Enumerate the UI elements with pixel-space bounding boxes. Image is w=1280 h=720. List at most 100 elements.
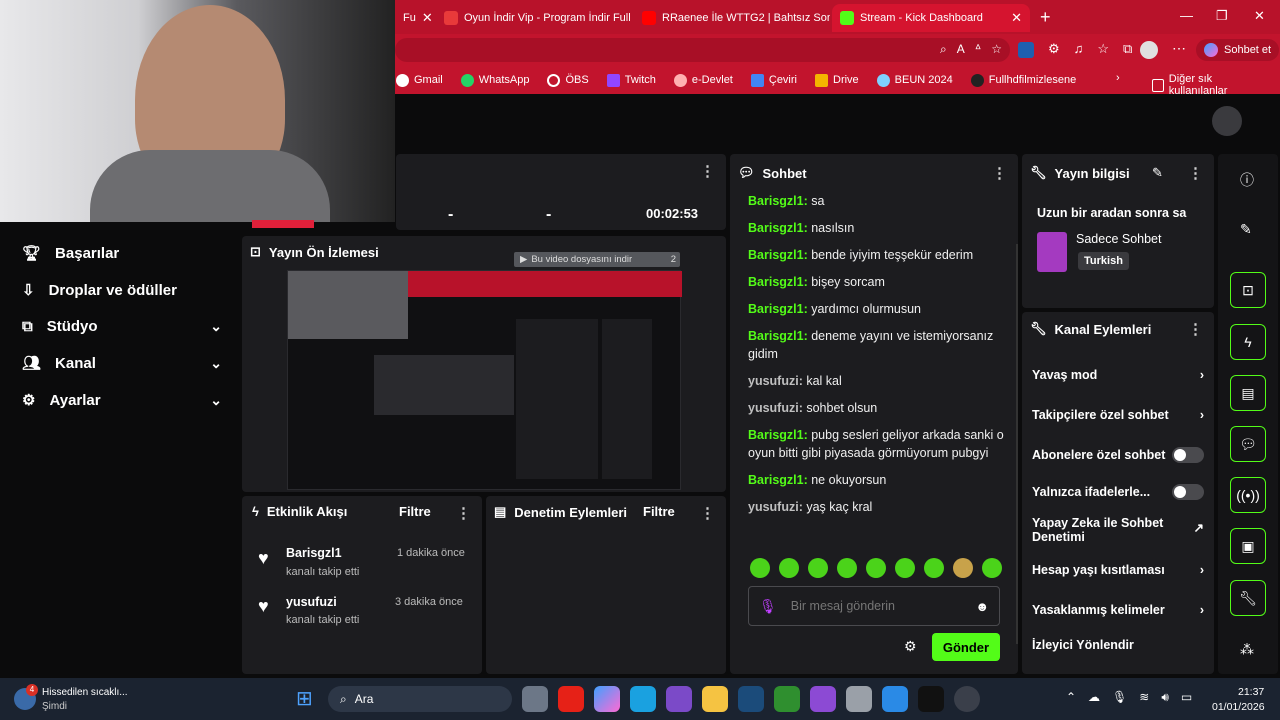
obs-app-icon[interactable]: [954, 686, 980, 712]
chat-username[interactable]: Barisgzl1:: [748, 428, 808, 442]
tab-2[interactable]: Oyun İndir Vip - Program İndir Full✕: [436, 4, 632, 32]
profile-avatar[interactable]: [1140, 41, 1158, 59]
action-subscribers-only[interactable]: Abonelere özel sohbet: [1032, 447, 1204, 463]
bookmark-whatsapp[interactable]: WhatsApp: [460, 73, 529, 87]
rail-preview-button[interactable]: ⊡: [1230, 272, 1266, 308]
edge-icon[interactable]: [630, 686, 656, 712]
apps-icon[interactable]: ⁂: [1240, 641, 1254, 658]
bookmark-gmail[interactable]: Gmail: [396, 73, 443, 87]
preview-video[interactable]: [287, 270, 682, 490]
taskbar-search[interactable]: ⌕ Ara: [328, 686, 512, 712]
bookmark-twitch[interactable]: Twitch: [606, 73, 656, 87]
epic-games-icon[interactable]: [918, 686, 944, 712]
emote-icon[interactable]: [953, 558, 973, 578]
chat-username[interactable]: Barisgzl1:: [748, 275, 808, 289]
close-tab-icon[interactable]: ✕: [1011, 10, 1022, 26]
toolbar-icons[interactable]: ⚙♫☆⧉: [1048, 41, 1146, 57]
rail-camera-button[interactable]: ▣: [1230, 528, 1266, 564]
sidebar-item-settings[interactable]: ⚙ Ayarlar ⌄: [22, 391, 222, 410]
file-explorer-icon[interactable]: [702, 686, 728, 712]
stream-info-menu-icon[interactable]: ⋮: [1188, 164, 1203, 182]
tab-1[interactable]: Fu ✕: [395, 4, 433, 32]
vscode-icon[interactable]: [882, 686, 908, 712]
stats-menu-icon[interactable]: ⋮: [700, 162, 715, 180]
bookmark-beun[interactable]: BEUN 2024: [876, 73, 953, 87]
windows-start-icon[interactable]: ⊞: [296, 686, 313, 711]
menu-icon[interactable]: ⋯: [1172, 40, 1186, 57]
bookmark-fullhd[interactable]: Fullhdfilmizlesene: [970, 73, 1076, 87]
user-avatar[interactable]: [1212, 106, 1242, 136]
sidebar-item-achievements[interactable]: 🏆︎ Başarılar: [22, 244, 222, 263]
chat-username[interactable]: yusufuzi:: [748, 401, 803, 415]
sidebar-item-drops[interactable]: ⇩ Droplar ve ödüller: [22, 281, 222, 300]
emote-icon[interactable]: [895, 558, 915, 578]
emote-icon[interactable]: [808, 558, 828, 578]
system-tray-icons[interactable]: ⌃☁🎙︎≋🔊︎▭: [1066, 690, 1204, 705]
action-ai-moderation[interactable]: Yapay Zeka ile Sohbet Denetimi ↗: [1032, 516, 1204, 544]
rail-tools-button[interactable]: 🔧︎: [1230, 580, 1266, 616]
task-view-icon[interactable]: [522, 686, 548, 712]
xbox-icon[interactable]: [774, 686, 800, 712]
chat-username[interactable]: Barisgzl1:: [748, 329, 808, 343]
close-tab-icon[interactable]: ✕: [422, 10, 433, 26]
action-banned-words[interactable]: Yasaklanmış kelimeler ›: [1032, 603, 1204, 617]
action-slow-mode[interactable]: Yavaş mod ›: [1032, 368, 1204, 382]
edit-icon[interactable]: ✎: [1152, 165, 1163, 181]
copilot-app-icon[interactable]: [594, 686, 620, 712]
info-icon[interactable]: ⓘ: [1240, 170, 1254, 190]
sidebar-item-studio[interactable]: ⧉ Stüdyo ⌄: [22, 318, 222, 335]
action-raid[interactable]: İzleyici Yönlendir: [1032, 638, 1204, 652]
microphone-icon[interactable]: 🎙︎: [759, 598, 777, 615]
chat-input-box[interactable]: 🎙︎ ☻: [748, 586, 1000, 626]
unity-icon[interactable]: [846, 686, 872, 712]
chat-settings-icon[interactable]: ⚙: [904, 638, 917, 655]
emoji-icon[interactable]: ☻: [975, 599, 989, 614]
url-field[interactable]: [395, 38, 1010, 62]
bookmark-drive[interactable]: Drive: [815, 73, 859, 87]
chat-username[interactable]: Barisgzl1:: [748, 194, 808, 208]
chat-username[interactable]: yusufuzi:: [748, 374, 803, 388]
chat-username[interactable]: yusufuzi:: [748, 500, 803, 514]
minimize-button[interactable]: —: [1180, 8, 1193, 23]
close-window-button[interactable]: ✕: [1254, 8, 1265, 24]
rail-broadcast-button[interactable]: ((•)): [1230, 477, 1266, 513]
chat-username[interactable]: Barisgzl1:: [748, 302, 808, 316]
bookmark-obs[interactable]: ÖBS: [547, 73, 589, 87]
activity-menu-icon[interactable]: ⋮: [456, 504, 471, 522]
rail-chat-button[interactable]: 💬︎: [1230, 426, 1266, 462]
bookmark-edevlet[interactable]: e-Devlet: [673, 73, 733, 87]
chat-menu-icon[interactable]: ⋮: [992, 164, 1007, 182]
address-tools-icons[interactable]: ⌕Aᐞ☆: [940, 42, 1012, 57]
weather-text[interactable]: Hissedilen sıcaklı...: [42, 687, 128, 698]
emotes-only-toggle[interactable]: [1172, 484, 1204, 500]
visual-studio-icon[interactable]: [666, 686, 692, 712]
send-button[interactable]: Gönder: [932, 633, 1000, 661]
tab-3[interactable]: RRaenee İle WTTG2 | Bahtsız Son #✕: [634, 4, 830, 32]
moderation-filter-button[interactable]: Filtre: [643, 504, 675, 519]
copilot-button[interactable]: Sohbet et: [1196, 39, 1280, 61]
activity-filter-button[interactable]: Filtre: [399, 504, 431, 519]
youtube-app-icon[interactable]: [558, 686, 584, 712]
more-bookmarks-icon[interactable]: ›: [1116, 72, 1120, 84]
emote-icon[interactable]: [982, 558, 1002, 578]
clock-date[interactable]: 01/01/2026: [1212, 701, 1265, 713]
rail-activity-button[interactable]: ϟ: [1230, 324, 1266, 360]
emote-icon[interactable]: [924, 558, 944, 578]
extension-icon[interactable]: [1018, 42, 1034, 58]
action-account-age[interactable]: Hesap yaşı kısıtlaması ›: [1032, 563, 1204, 577]
clock-time[interactable]: 21:37: [1238, 686, 1264, 698]
bookmark-ceviri[interactable]: Çeviri: [750, 73, 797, 87]
tab-kick-dashboard[interactable]: Stream - Kick Dashboard ✕: [832, 4, 1030, 32]
emote-icon[interactable]: [779, 558, 799, 578]
chat-username[interactable]: Barisgzl1:: [748, 221, 808, 235]
emote-icon[interactable]: [837, 558, 857, 578]
download-video-bar[interactable]: ▶ Bu video dosyasını indir 2: [514, 252, 680, 267]
subscribers-only-toggle[interactable]: [1172, 447, 1204, 463]
chat-message-input[interactable]: [790, 599, 961, 613]
new-tab-button[interactable]: +: [1040, 7, 1051, 28]
chat-username[interactable]: Barisgzl1:: [748, 473, 808, 487]
edit-icon[interactable]: ✎: [1240, 221, 1252, 238]
emote-icon[interactable]: [750, 558, 770, 578]
emote-icon[interactable]: [866, 558, 886, 578]
action-followers-only[interactable]: Takipçilere özel sohbet ›: [1032, 408, 1204, 422]
